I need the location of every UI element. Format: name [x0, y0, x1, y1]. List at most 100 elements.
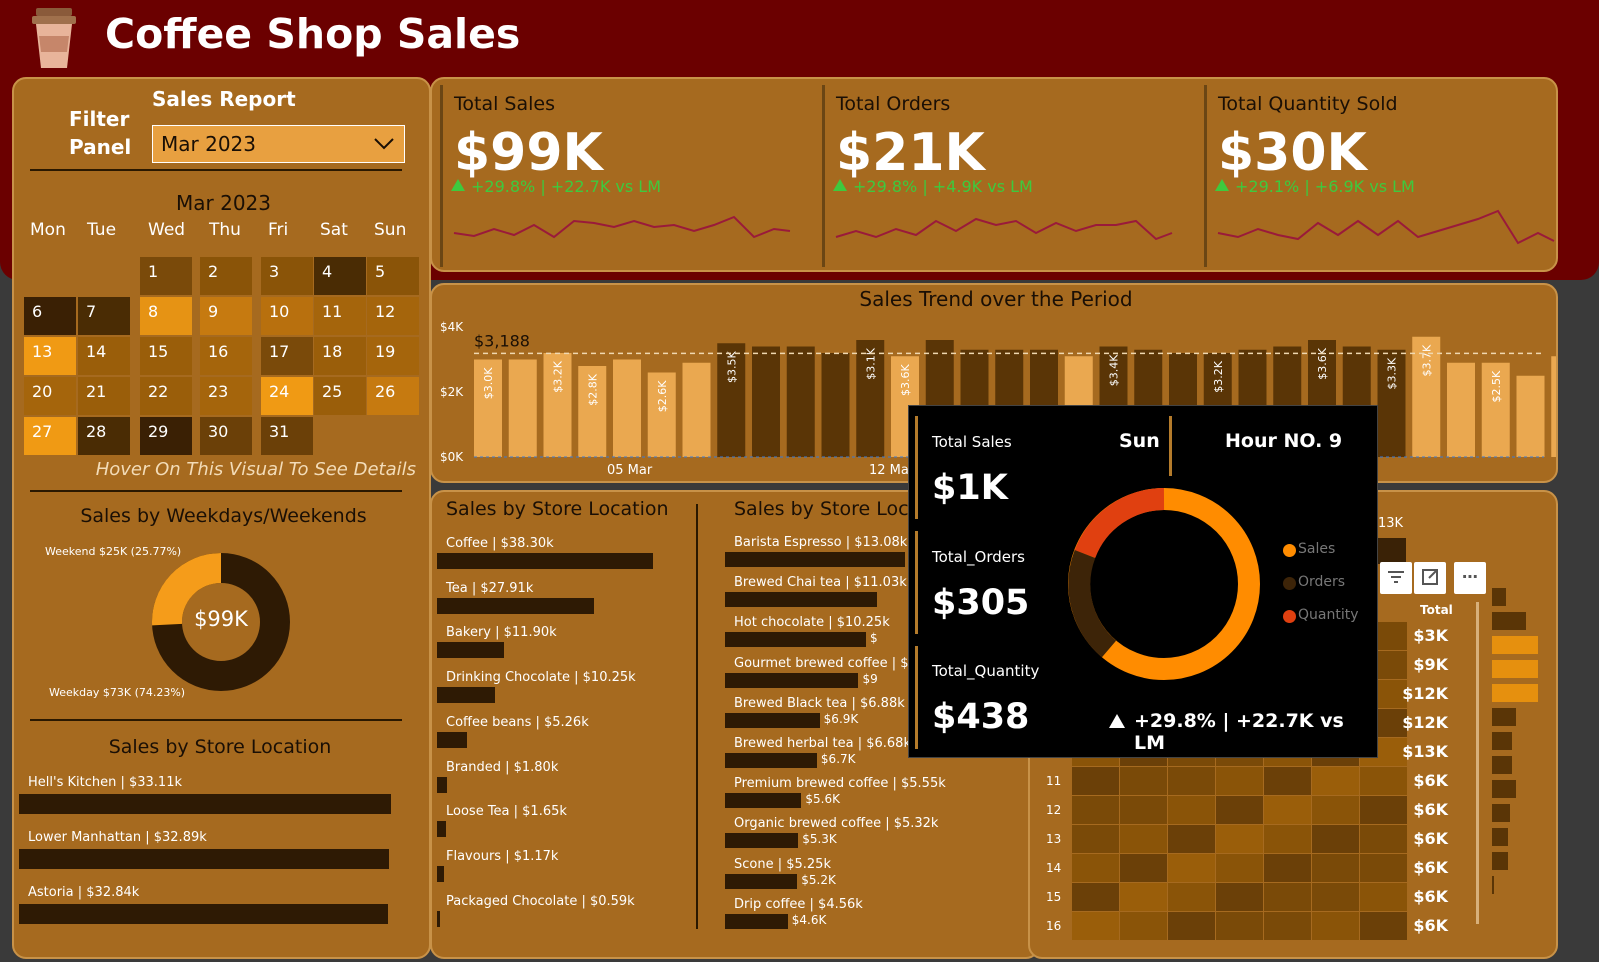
heatmap-cell[interactable] — [1072, 883, 1119, 911]
heatmap-cell[interactable] — [1264, 854, 1311, 882]
calendar-day[interactable]: 14 — [78, 337, 130, 375]
category-bar[interactable] — [437, 731, 467, 748]
product-bar[interactable] — [725, 632, 867, 648]
heatmap-total-bar[interactable] — [1492, 612, 1526, 630]
heatmap-total-bar[interactable] — [1492, 708, 1516, 726]
location-bar[interactable] — [19, 904, 388, 924]
heatmap-cell[interactable] — [1312, 825, 1359, 853]
calendar-day[interactable]: 8 — [140, 297, 192, 335]
product-bar[interactable] — [725, 552, 905, 567]
calendar-day[interactable]: 21 — [78, 377, 130, 415]
calendar-day[interactable]: 13 — [24, 337, 76, 375]
calendar-day[interactable]: 9 — [200, 297, 252, 335]
calendar-day[interactable]: 18 — [314, 337, 366, 375]
calendar-day[interactable]: 22 — [140, 377, 192, 415]
heatmap-cell[interactable] — [1264, 796, 1311, 824]
heatmap-total-bar[interactable] — [1492, 780, 1516, 798]
product-bar[interactable] — [725, 672, 859, 688]
calendar-day[interactable]: 3 — [261, 257, 313, 295]
heatmap-cell[interactable] — [1264, 883, 1311, 911]
heatmap-total-bar[interactable] — [1492, 876, 1494, 894]
heatmap-cell[interactable] — [1168, 912, 1215, 940]
heatmap-cell[interactable] — [1216, 796, 1263, 824]
location-bar[interactable] — [19, 849, 389, 869]
heatmap-cell[interactable] — [1264, 912, 1311, 940]
heatmap-cell[interactable] — [1216, 854, 1263, 882]
calendar-day[interactable]: 6 — [24, 297, 76, 335]
heatmap-cell[interactable] — [1168, 767, 1215, 795]
calendar-day[interactable]: 15 — [140, 337, 192, 375]
filter-icon[interactable] — [1380, 562, 1412, 594]
heatmap-cell[interactable] — [1312, 912, 1359, 940]
heatmap-cell[interactable] — [1072, 912, 1119, 940]
kpi-sparkline[interactable] — [450, 207, 795, 247]
heatmap-total-bar[interactable] — [1492, 636, 1538, 654]
location-bar[interactable] — [19, 794, 391, 814]
heatmap-cell[interactable] — [1120, 854, 1167, 882]
category-bar[interactable] — [437, 687, 495, 704]
calendar-day[interactable]: 16 — [200, 337, 252, 375]
heatmap-cell[interactable] — [1312, 796, 1359, 824]
category-bar[interactable] — [437, 776, 448, 793]
heatmap-total-bar[interactable] — [1492, 732, 1512, 750]
calendar-day[interactable]: 17 — [261, 337, 313, 375]
calendar-day[interactable]: 26 — [367, 377, 419, 415]
heatmap-total-bar[interactable] — [1492, 804, 1510, 822]
heatmap-cell[interactable] — [1216, 912, 1263, 940]
focus-mode-icon[interactable] — [1414, 562, 1446, 594]
heatmap-total-bar[interactable] — [1492, 828, 1508, 846]
category-bar[interactable] — [437, 865, 444, 882]
heatmap-total-bar[interactable] — [1492, 852, 1508, 870]
calendar-day[interactable]: 25 — [314, 377, 366, 415]
heatmap-total-bar[interactable] — [1492, 588, 1506, 606]
calendar-day[interactable]: 20 — [24, 377, 76, 415]
category-bar[interactable] — [437, 642, 505, 659]
kpi-sparkline[interactable] — [832, 207, 1177, 247]
heatmap-cell[interactable] — [1264, 825, 1311, 853]
calendar-day[interactable]: 11 — [314, 297, 366, 335]
more-options-icon[interactable]: ⋯ — [1454, 562, 1486, 594]
heatmap-cell[interactable] — [1216, 883, 1263, 911]
product-bar[interactable] — [725, 793, 802, 809]
category-bar[interactable] — [437, 910, 441, 927]
heatmap-cell[interactable] — [1072, 767, 1119, 795]
heatmap-total-bar[interactable] — [1492, 660, 1538, 678]
heatmap-cell[interactable] — [1216, 825, 1263, 853]
heatmap-total-bar[interactable] — [1492, 756, 1512, 774]
product-bar[interactable] — [725, 833, 799, 849]
calendar-day[interactable]: 19 — [367, 337, 419, 375]
calendar-day[interactable]: 23 — [200, 377, 252, 415]
category-bar[interactable] — [437, 553, 653, 569]
calendar-day[interactable]: 30 — [200, 417, 252, 455]
heatmap-cell[interactable] — [1120, 912, 1167, 940]
calendar-day[interactable]: 7 — [78, 297, 130, 335]
heatmap-cell[interactable] — [1312, 854, 1359, 882]
calendar-day[interactable]: 29 — [140, 417, 192, 455]
heatmap-cell[interactable] — [1264, 767, 1311, 795]
calendar-day[interactable]: 12 — [367, 297, 419, 335]
heatmap-cell[interactable] — [1312, 883, 1359, 911]
heatmap-cell[interactable] — [1168, 825, 1215, 853]
scrollbar[interactable] — [1476, 602, 1479, 924]
heatmap-cell[interactable] — [1168, 796, 1215, 824]
kpi-sparkline[interactable] — [1214, 207, 1559, 247]
category-bar[interactable] — [437, 821, 447, 838]
product-bar[interactable] — [725, 712, 820, 728]
calendar-day[interactable]: 31 — [261, 417, 313, 455]
calendar-day[interactable]: 5 — [367, 257, 419, 295]
heatmap-cell[interactable] — [1072, 825, 1119, 853]
heatmap-cell[interactable] — [1120, 825, 1167, 853]
heatmap-cell[interactable] — [1120, 767, 1167, 795]
heatmap-cell[interactable] — [1120, 796, 1167, 824]
calendar-day[interactable]: 1 — [140, 257, 192, 295]
heatmap-cell[interactable] — [1072, 854, 1119, 882]
heatmap-cell[interactable] — [1072, 796, 1119, 824]
category-bar[interactable] — [437, 597, 595, 614]
calendar-day[interactable]: 27 — [24, 417, 76, 455]
month-dropdown[interactable]: Mar 2023 — [152, 125, 405, 163]
product-bar[interactable] — [725, 592, 877, 608]
product-bar[interactable] — [725, 913, 788, 929]
calendar-day[interactable]: 2 — [200, 257, 252, 295]
calendar-day[interactable]: 28 — [78, 417, 130, 455]
heatmap-cell[interactable] — [1312, 767, 1359, 795]
